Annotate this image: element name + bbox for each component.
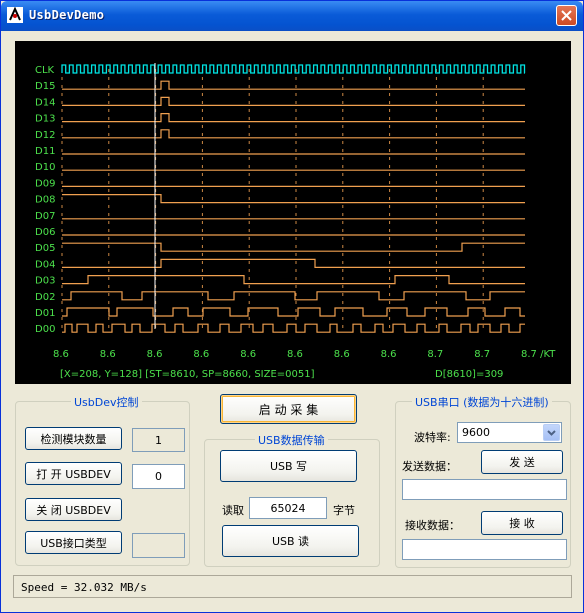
read-bytes-field[interactable]: 65024	[249, 497, 327, 519]
status-bar: Speed = 32.032 MB/s	[13, 575, 572, 598]
logic-analyzer-display[interactable]: CLK D15 D14 D13 D12 D11 D10 D09 D08 D07 D06 D05 D04 D…	[15, 41, 571, 384]
channel-label: CLK	[35, 65, 55, 76]
data-waveform	[62, 307, 525, 317]
channel-label: D12	[35, 130, 55, 141]
data-waveform	[62, 258, 525, 268]
channel-label: D06	[35, 227, 55, 238]
send-data-input[interactable]	[402, 479, 567, 500]
usb-read-button[interactable]: USB 读	[222, 525, 359, 557]
window-title: UsbDevDemo	[29, 8, 105, 22]
data-waveform	[62, 291, 525, 301]
usbdev-group-title: UsbDev控制	[71, 394, 142, 410]
bytes-unit-label: 字节	[333, 504, 355, 517]
start-acquisition-button[interactable]: 启 动 采 集	[220, 394, 357, 424]
x-tick-label: 8.6	[53, 349, 69, 360]
title-bar[interactable]: UsbDevDemo	[1, 1, 583, 31]
data-waveform	[62, 80, 525, 90]
receive-data-label: 接收数据：	[405, 519, 460, 532]
data-waveform	[62, 96, 525, 106]
channel-label: D09	[35, 178, 55, 189]
data-readout: D[8610]=309	[435, 369, 503, 380]
x-tick-label: 8.7	[474, 349, 490, 360]
close-usbdev-button[interactable]: 关 闭 USBDEV	[25, 498, 122, 521]
main-window: UsbDevDemo CLK D15 D14 D13 D12 D11 D10 D09 D08 D0…	[0, 0, 584, 613]
x-tick-label: 8.6	[100, 349, 116, 360]
channel-label: D00	[35, 324, 55, 335]
channel-label: D05	[35, 243, 55, 254]
detect-module-count-button[interactable]: 检测模块数量	[25, 427, 122, 450]
receive-data-field[interactable]	[402, 539, 567, 560]
usb-write-button[interactable]: USB 写	[220, 450, 357, 482]
channel-label: D03	[35, 276, 55, 287]
x-tick-label: 8.6	[193, 349, 209, 360]
usb-interface-type-field	[132, 533, 185, 558]
channel-label: D07	[35, 211, 55, 222]
usb-transfer-group-title: USB数据传输	[255, 432, 328, 448]
channel-label: D15	[35, 81, 55, 92]
channel-label: D04	[35, 259, 55, 270]
module-count-field: 1	[132, 428, 185, 452]
channel-label: D01	[35, 308, 55, 319]
close-icon	[561, 10, 572, 21]
chevron-down-icon[interactable]	[543, 424, 560, 441]
usb-serial-group-title: USB串口 (数据为十六进制)	[412, 394, 552, 410]
x-tick-label: 8.7 /KT	[521, 349, 556, 360]
waveform-plot: CLK D15 D14 D13 D12 D11 D10 D09 D08 D07 D06 D05 D04 D…	[35, 63, 556, 380]
channel-label: D11	[35, 146, 55, 157]
send-data-label: 发送数据：	[402, 460, 457, 473]
cursor-info: [X=208, Y=128] [ST=8610, SP=8660, SIZE=0…	[60, 369, 315, 380]
baud-rate-label: 波特率:	[414, 431, 451, 444]
x-tick-label: 8.7	[427, 349, 443, 360]
speed-status: Speed = 32.032 MB/s	[21, 581, 147, 594]
x-tick-label: 8.6	[287, 349, 303, 360]
close-button[interactable]	[556, 5, 577, 26]
channel-label: D14	[35, 97, 55, 108]
open-usbdev-button[interactable]: 打 开 USBDEV	[25, 462, 122, 485]
receive-button[interactable]: 接 收	[481, 511, 563, 535]
x-tick-label: 8.6	[381, 349, 397, 360]
app-icon	[7, 7, 23, 23]
baud-rate-value: 9600	[462, 426, 490, 439]
data-waveform	[62, 242, 525, 252]
baud-rate-select[interactable]: 9600	[457, 422, 562, 443]
data-waveform	[62, 113, 525, 123]
data-waveform	[62, 194, 525, 204]
open-usbdev-field[interactable]: 0	[132, 464, 185, 489]
channel-label: D10	[35, 162, 55, 173]
x-tick-label: 8.6	[334, 349, 350, 360]
data-waveform	[62, 129, 525, 139]
x-tick-label: 8.6	[240, 349, 256, 360]
usb-interface-type-button[interactable]: USB接口类型	[25, 531, 122, 554]
data-waveform	[62, 275, 525, 285]
clk-waveform	[61, 64, 526, 74]
x-tick-label: 8.6	[147, 349, 163, 360]
read-label: 读取	[222, 504, 244, 517]
data-waveform	[62, 323, 525, 333]
channel-label: D13	[35, 114, 55, 125]
channel-label: D08	[35, 195, 55, 206]
send-button[interactable]: 发 送	[481, 450, 563, 474]
channel-label: D02	[35, 292, 55, 303]
